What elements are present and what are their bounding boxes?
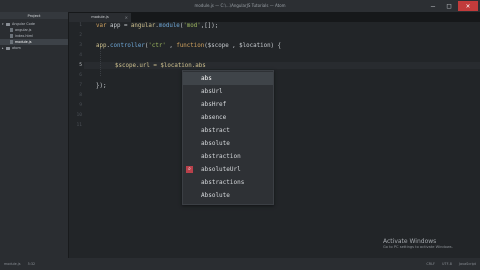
line-number-current: 5 bbox=[79, 63, 82, 68]
line-number: 1 bbox=[79, 23, 82, 28]
code-token: function bbox=[176, 43, 205, 49]
tree-item-label: atom bbox=[12, 46, 21, 50]
chevron-right-icon: ▸ bbox=[2, 46, 4, 50]
code-token: 'ctr' bbox=[148, 43, 166, 49]
folder-icon bbox=[6, 46, 10, 50]
tab-label: module.js bbox=[91, 15, 109, 19]
autocomplete-item[interactable]: abstraction bbox=[183, 150, 273, 163]
status-encoding[interactable]: UTF-8 bbox=[442, 262, 452, 266]
code-line-7: }); bbox=[96, 83, 107, 89]
activation-title: Activate Windows bbox=[383, 238, 437, 245]
autocomplete-label: abstraction bbox=[201, 153, 241, 160]
autocomplete-label: absolute bbox=[201, 140, 230, 147]
autocomplete-item[interactable]: absolute bbox=[183, 137, 273, 150]
close-button[interactable]: ✕ bbox=[458, 1, 478, 11]
project-tree-sidebar: Project ▾ Angular Code angular.js index.… bbox=[0, 12, 69, 258]
autocomplete-item[interactable]: ⌕ absoluteUrl bbox=[183, 163, 273, 176]
activation-subtitle: Go to PC settings to activate Windows. bbox=[383, 245, 453, 249]
status-cursor-position[interactable]: 5:32 bbox=[28, 262, 36, 266]
code-token: module bbox=[158, 23, 180, 29]
code-token: var bbox=[96, 23, 107, 29]
status-bar: module.js 5:32 CRLF UTF-8 JavaScript bbox=[0, 258, 480, 270]
autocomplete-label: absence bbox=[201, 114, 227, 121]
tree-folder-atom[interactable]: ▸ atom bbox=[0, 45, 68, 51]
file-icon bbox=[10, 34, 13, 38]
line-number: 11 bbox=[76, 123, 82, 128]
tab-module-js[interactable]: module.js × bbox=[69, 13, 131, 22]
autocomplete-label: absoluteUrl bbox=[201, 166, 241, 173]
autocomplete-popup: abs absUrl absHref absence abstract abso… bbox=[182, 70, 274, 205]
title-bar: module.js — C:\...\AngularJS Tutorials —… bbox=[0, 0, 480, 12]
line-number: 10 bbox=[76, 113, 82, 118]
code-line-3: app.controller('ctr' , function($scope ,… bbox=[96, 43, 281, 50]
code-token: 'mod' bbox=[183, 23, 201, 29]
autocomplete-item[interactable]: abstractions bbox=[183, 176, 273, 189]
line-number: 9 bbox=[79, 103, 82, 108]
autocomplete-label: abstractions bbox=[201, 179, 245, 186]
code-token: app bbox=[96, 43, 107, 49]
code-token: controller bbox=[109, 43, 145, 49]
autocomplete-item[interactable]: Absolute bbox=[183, 189, 273, 202]
line-number: 7 bbox=[79, 83, 82, 88]
code-token: angular bbox=[130, 23, 156, 29]
autocomplete-label: absHref bbox=[201, 101, 227, 108]
line-number: 2 bbox=[79, 33, 82, 38]
status-file[interactable]: module.js bbox=[4, 262, 21, 266]
indent-guide bbox=[100, 48, 101, 76]
autocomplete-item[interactable]: absHref bbox=[183, 98, 273, 111]
autocomplete-label: abstract bbox=[201, 127, 230, 134]
activate-windows-watermark: Activate Windows Go to PC settings to ac… bbox=[383, 238, 453, 250]
code-line-5: $scope.url = $location.abs bbox=[115, 63, 206, 69]
minimize-button[interactable]: – bbox=[426, 1, 440, 11]
line-number: 4 bbox=[79, 53, 82, 58]
code-token: app bbox=[106, 23, 124, 29]
autocomplete-label: abs bbox=[201, 75, 212, 82]
status-line-ending[interactable]: CRLF bbox=[426, 262, 435, 266]
project-header: Project bbox=[0, 12, 68, 19]
file-icon bbox=[10, 40, 13, 44]
line-number: 3 bbox=[79, 43, 82, 48]
property-icon: ⌕ bbox=[186, 166, 193, 173]
line-number: 6 bbox=[79, 73, 82, 78]
tab-bar: module.js × bbox=[69, 12, 480, 22]
code-token: = bbox=[123, 23, 131, 29]
code-line-1: var app = angular.module('mod',[]); bbox=[96, 23, 218, 30]
code-token: ,[]); bbox=[200, 23, 219, 29]
folder-icon bbox=[6, 22, 10, 26]
line-number: 8 bbox=[79, 93, 82, 98]
autocomplete-label: absUrl bbox=[201, 88, 223, 95]
line-number-gutter: 1 2 3 4 5 6 7 8 9 10 11 bbox=[69, 22, 84, 258]
autocomplete-item[interactable]: absence bbox=[183, 111, 273, 124]
maximize-button[interactable]: □ bbox=[442, 1, 456, 11]
window-title: module.js — C:\...\AngularJS Tutorials —… bbox=[194, 3, 286, 8]
code-token: ($scope , $location) { bbox=[204, 43, 282, 49]
close-tab-icon[interactable]: × bbox=[125, 13, 128, 22]
code-editor[interactable]: 1 2 3 4 5 6 7 8 9 10 11 var app = angula… bbox=[69, 22, 480, 258]
autocomplete-label: Absolute bbox=[201, 192, 230, 199]
status-grammar[interactable]: JavaScript bbox=[459, 262, 476, 266]
autocomplete-item[interactable]: absUrl bbox=[183, 85, 273, 98]
code-token: , bbox=[165, 43, 177, 49]
autocomplete-item[interactable]: abstract bbox=[183, 124, 273, 137]
autocomplete-item[interactable]: abs bbox=[183, 72, 273, 85]
file-icon bbox=[10, 28, 13, 32]
